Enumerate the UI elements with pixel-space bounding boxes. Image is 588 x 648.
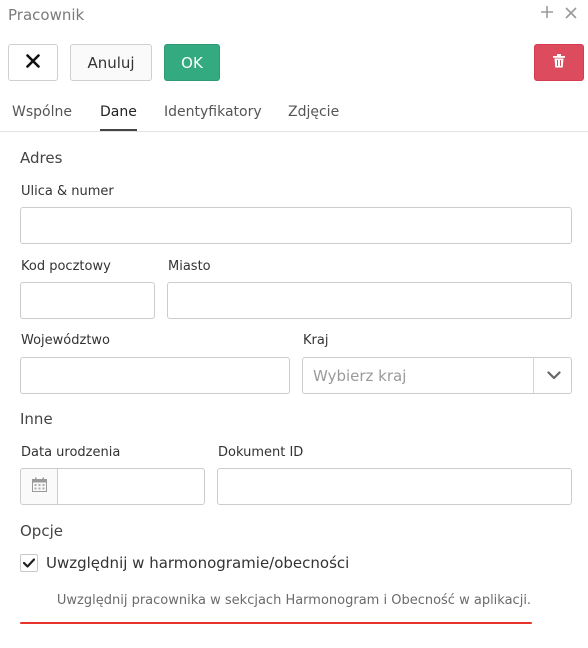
street-input[interactable] [20,207,572,244]
postal-code-input[interactable] [20,282,155,319]
delete-button[interactable] [534,44,584,81]
close-icon[interactable] [565,4,577,24]
close-button[interactable] [8,44,58,81]
trash-icon [553,53,565,72]
province-label: Województwo [21,333,111,348]
address-section-title: Adres [20,149,63,167]
country-label: Kraj [303,333,329,348]
window-title: Pracownik [8,6,85,24]
include-schedule-label: Uwzględnij w harmonogramie/obecności [46,554,350,572]
include-schedule-checkbox[interactable] [20,554,38,572]
calendar-button[interactable] [20,468,58,505]
help-text: Uwzględnij pracownika w sekcjach Harmono… [56,593,532,608]
tab-wspolne[interactable]: Wspólne [12,104,72,129]
postal-code-label: Kod pocztowy [21,259,111,274]
options-section-title: Opcje [20,522,63,540]
city-input[interactable] [167,282,572,319]
tab-dane[interactable]: Dane [100,104,137,131]
province-input[interactable] [20,357,290,394]
country-select[interactable]: Wybierz kraj [302,357,572,394]
calendar-icon [31,477,47,496]
tab-zdjecie[interactable]: Zdjęcie [288,104,339,129]
select-divider [533,358,534,393]
red-underline [20,622,532,624]
close-x-icon [26,53,40,72]
birthdate-label: Data urodzenia [21,445,121,460]
document-id-label: Dokument ID [218,445,304,460]
plus-icon[interactable] [540,4,554,24]
cancel-button[interactable]: Anuluj [70,44,152,81]
tab-bar: Wspólne Dane Identyfikatory Zdjęcie [0,98,588,132]
include-schedule-option[interactable]: Uwzględnij w harmonogramie/obecności [20,552,349,574]
birthdate-input[interactable] [57,468,205,505]
chevron-down-icon[interactable] [535,358,572,393]
country-placeholder: Wybierz kraj [313,367,407,385]
street-label: Ulica & numer [21,184,114,199]
ok-button[interactable]: OK [164,44,220,81]
other-section-title: Inne [20,410,53,428]
document-id-input[interactable] [217,468,572,505]
title-bar: Pracownik [0,0,588,34]
city-label: Miasto [168,259,211,274]
tab-identyfikatory[interactable]: Identyfikatory [164,104,262,129]
